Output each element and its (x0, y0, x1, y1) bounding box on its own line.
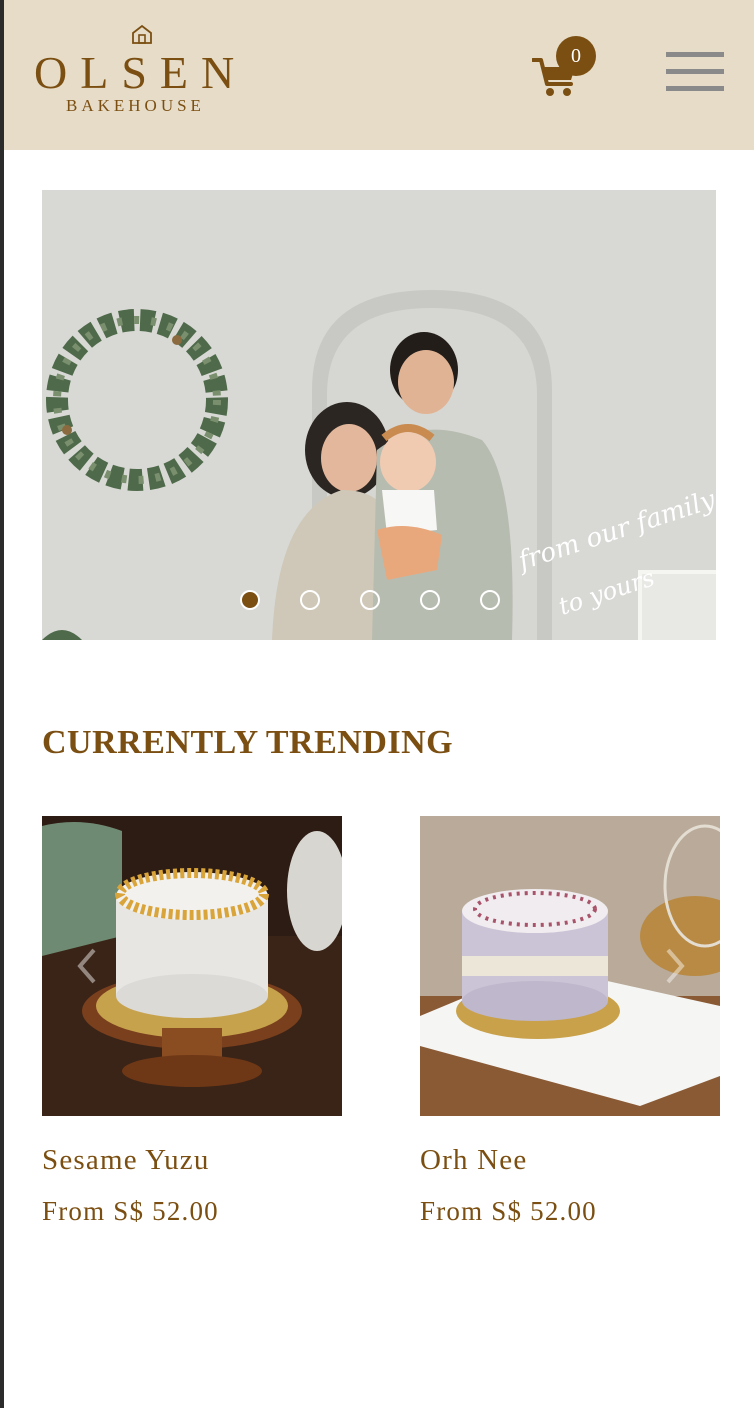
product-card-sesame-yuzu[interactable]: Sesame Yuzu From S$ 52.00 (42, 816, 342, 1226)
site-header: OLSEN BAKEHOUSE 0 (4, 0, 754, 150)
hamburger-menu-icon[interactable] (666, 52, 724, 94)
cart-count-badge: 0 (556, 36, 596, 76)
chevron-left-icon[interactable] (72, 946, 102, 986)
menu-line (666, 86, 724, 91)
menu-line (666, 52, 724, 57)
carousel-dot-2[interactable] (300, 590, 320, 610)
section-title-trending: CURRENTLY TRENDING (42, 724, 454, 761)
brand-tagline: BAKEHOUSE (66, 96, 205, 115)
product-name[interactable]: Orh Nee (420, 1144, 740, 1177)
product-price: From S$ 52.00 (42, 1196, 219, 1226)
cart-button[interactable]: 0 (532, 36, 602, 100)
window-edge (0, 0, 4, 1408)
menu-line (666, 69, 724, 74)
carousel-dot-5[interactable] (480, 590, 500, 610)
product-price: From S$ 52.00 (420, 1196, 597, 1226)
carousel-dot-1[interactable] (240, 590, 260, 610)
chevron-right-icon[interactable] (660, 946, 690, 986)
product-card-orh-nee[interactable]: Orh Nee From S$ 52.00 (420, 816, 720, 1226)
carousel-dot-3[interactable] (360, 590, 380, 610)
hero-carousel[interactable]: from our family to yours (42, 190, 716, 640)
carousel-dot-4[interactable] (420, 590, 440, 610)
carousel-dots (42, 590, 716, 614)
product-name[interactable]: Sesame Yuzu (42, 1144, 362, 1177)
house-icon (132, 24, 152, 44)
brand-logo[interactable]: OLSEN BAKEHOUSE (34, 24, 254, 119)
hero-image: from our family to yours (42, 190, 716, 640)
product-image[interactable] (420, 816, 720, 1116)
product-image[interactable] (42, 816, 342, 1116)
brand-name: OLSEN (34, 47, 248, 98)
